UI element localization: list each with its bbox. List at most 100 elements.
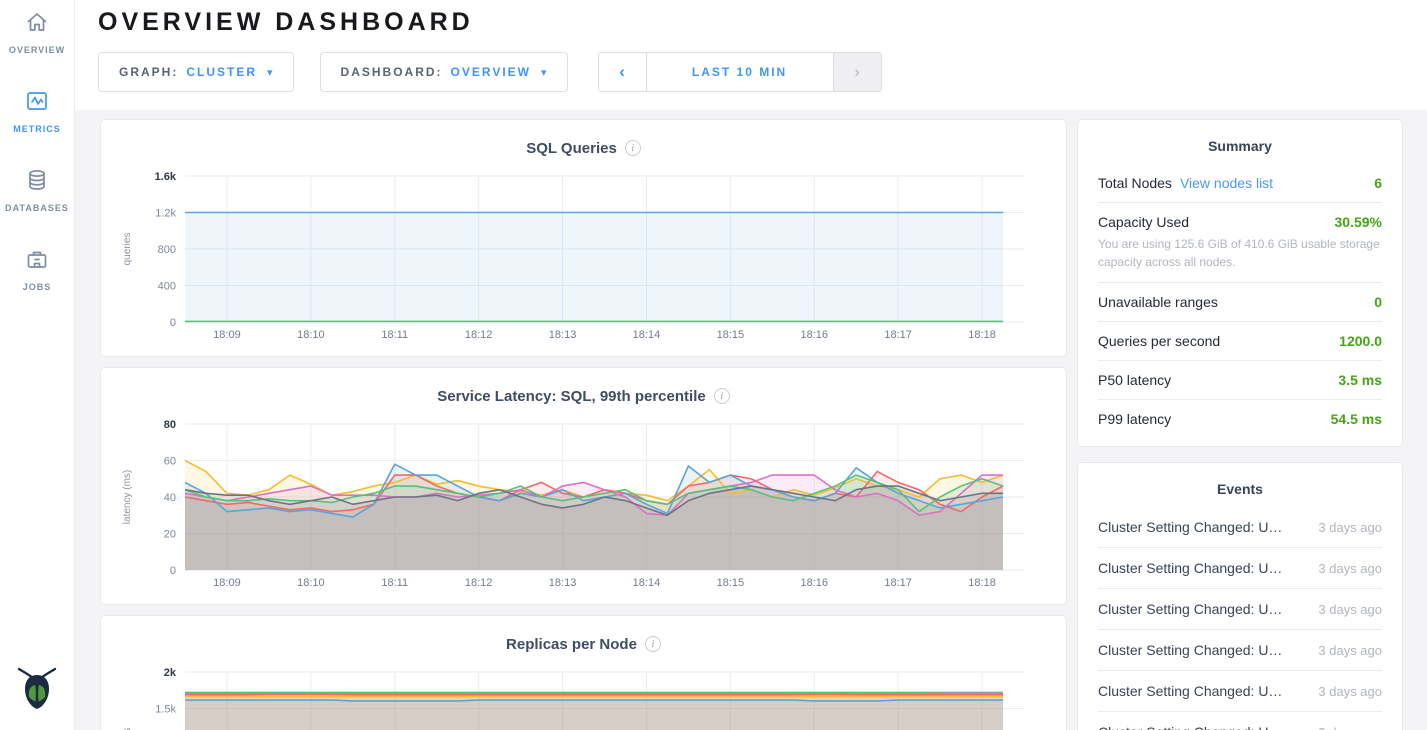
event-row[interactable]: Cluster Setting Changed: U… 3 days ago bbox=[1098, 507, 1382, 548]
event-time: 3 days ago bbox=[1308, 684, 1382, 699]
svg-text:18:13: 18:13 bbox=[549, 577, 577, 589]
summary-row-capacity: Capacity Used 30.59% You are using 125.6… bbox=[1098, 203, 1382, 283]
summary-row-label: Total Nodes bbox=[1098, 175, 1172, 191]
event-text: Cluster Setting Changed: U… bbox=[1098, 601, 1282, 617]
view-nodes-link[interactable]: View nodes list bbox=[1180, 175, 1273, 191]
svg-text:18:16: 18:16 bbox=[800, 329, 828, 341]
sidebar-item-databases[interactable]: DATABASES bbox=[5, 168, 69, 213]
sidebar-item-label: DATABASES bbox=[5, 203, 69, 213]
chart-title-row: Service Latency: SQL, 99th percentile i bbox=[117, 378, 1050, 414]
chevron-right-icon: › bbox=[854, 62, 860, 82]
svg-text:18:17: 18:17 bbox=[884, 577, 912, 589]
sql-queries-chart[interactable]: 04008001.2k1.6k18:0918:1018:1118:1218:13… bbox=[117, 166, 1050, 346]
cockroachdb-logo bbox=[15, 661, 59, 718]
svg-text:2k: 2k bbox=[164, 667, 177, 679]
time-prev-button[interactable]: ‹ bbox=[599, 53, 647, 91]
event-time: 3 days ago bbox=[1308, 561, 1382, 576]
replicas-per-node-chart[interactable]: 00.5k1k1.5k2k18:0918:1018:1118:1218:1318… bbox=[117, 662, 1050, 730]
metrics-icon bbox=[25, 89, 49, 118]
svg-text:18:13: 18:13 bbox=[549, 329, 577, 341]
info-icon[interactable]: i bbox=[625, 140, 641, 156]
svg-text:400: 400 bbox=[158, 281, 176, 293]
dashboard-dropdown-label: DASHBOARD: bbox=[341, 65, 443, 79]
graph-dropdown-value: CLUSTER bbox=[186, 65, 257, 79]
databases-icon bbox=[25, 168, 49, 197]
svg-text:18:14: 18:14 bbox=[633, 329, 661, 341]
capacity-caption: You are using 125.6 GiB of 410.6 GiB usa… bbox=[1098, 235, 1382, 271]
event-time: 3 days ago bbox=[1308, 725, 1382, 730]
service-latency-chart[interactable]: 02040608018:0918:1018:1118:1218:1318:141… bbox=[117, 414, 1050, 594]
sidebar-item-label: OVERVIEW bbox=[9, 45, 65, 55]
summary-row-label: P99 latency bbox=[1098, 411, 1171, 427]
page-title: OVERVIEW DASHBOARD bbox=[98, 8, 1427, 37]
time-range-button[interactable]: LAST 10 MIN bbox=[647, 53, 833, 91]
charts-column: SQL Queries i 04008001.2k1.6k18:0918:101… bbox=[100, 119, 1067, 730]
event-time: 3 days ago bbox=[1308, 643, 1382, 658]
event-row[interactable]: Cluster Setting Changed: U… 3 days ago bbox=[1098, 589, 1382, 630]
chart-title: Service Latency: SQL, 99th percentile bbox=[437, 388, 705, 405]
summary-row-label: Queries per second bbox=[1098, 333, 1220, 349]
sidebar-item-metrics[interactable]: METRICS bbox=[13, 89, 61, 134]
chart-title-row: Replicas per Node i bbox=[117, 626, 1050, 662]
chevron-left-icon: ‹ bbox=[619, 62, 625, 82]
controls-bar: GRAPH: CLUSTER ▾ DASHBOARD: OVERVIEW ▾ ‹… bbox=[98, 52, 1427, 92]
sidebar-item-overview[interactable]: OVERVIEW bbox=[9, 10, 65, 55]
event-text: Cluster Setting Changed: U… bbox=[1098, 560, 1282, 576]
svg-text:18:14: 18:14 bbox=[633, 577, 661, 589]
app-root: OVERVIEW METRICS DATABASES bbox=[0, 0, 1427, 730]
event-row[interactable]: Cluster Setting Changed: U… 3 days ago bbox=[1098, 548, 1382, 589]
events-panel: Events Cluster Setting Changed: U… 3 day… bbox=[1077, 462, 1403, 730]
page-header: OVERVIEW DASHBOARD GRAPH: CLUSTER ▾ DASH… bbox=[75, 0, 1427, 110]
svg-text:18:15: 18:15 bbox=[717, 577, 745, 589]
info-icon[interactable]: i bbox=[645, 636, 661, 652]
summary-row-value: 54.5 ms bbox=[1331, 411, 1382, 427]
summary-row-p99: P99 latency 54.5 ms bbox=[1098, 400, 1382, 438]
chevron-down-icon: ▾ bbox=[267, 66, 273, 79]
sidebar-item-jobs[interactable]: JOBS bbox=[23, 247, 52, 292]
content-area: SQL Queries i 04008001.2k1.6k18:0918:101… bbox=[75, 110, 1427, 730]
dashboard-dropdown[interactable]: DASHBOARD: OVERVIEW ▾ bbox=[320, 52, 568, 92]
svg-text:18:18: 18:18 bbox=[968, 329, 996, 341]
svg-text:18:10: 18:10 bbox=[297, 329, 325, 341]
main-area: OVERVIEW DASHBOARD GRAPH: CLUSTER ▾ DASH… bbox=[75, 0, 1427, 730]
graph-dropdown[interactable]: GRAPH: CLUSTER ▾ bbox=[98, 52, 294, 92]
jobs-icon bbox=[25, 247, 49, 276]
summary-row-label: Capacity Used bbox=[1098, 214, 1189, 230]
svg-text:40: 40 bbox=[164, 492, 176, 504]
chart-title-row: SQL Queries i bbox=[117, 130, 1050, 166]
summary-row-value: 0 bbox=[1374, 294, 1382, 310]
event-row[interactable]: Cluster Setting Changed: U… 3 days ago bbox=[1098, 671, 1382, 712]
event-row[interactable]: Cluster Setting Changed: U… 3 days ago bbox=[1098, 630, 1382, 671]
home-icon bbox=[25, 10, 49, 39]
svg-text:1.5k: 1.5k bbox=[155, 704, 176, 716]
svg-text:1.2k: 1.2k bbox=[155, 208, 176, 220]
summary-panel: Summary Total Nodes View nodes list 6 Ca… bbox=[1077, 119, 1403, 447]
chart-title: Replicas per Node bbox=[506, 636, 637, 653]
svg-text:18:12: 18:12 bbox=[465, 577, 493, 589]
event-text: Cluster Setting Changed: U… bbox=[1098, 724, 1282, 730]
summary-row-label: Unavailable ranges bbox=[1098, 294, 1218, 310]
sidebar-item-label: METRICS bbox=[13, 124, 61, 134]
svg-text:latency (ms): latency (ms) bbox=[122, 470, 133, 524]
replicas-per-node-panel: Replicas per Node i 00.5k1k1.5k2k18:0918… bbox=[100, 615, 1067, 730]
chart-title: SQL Queries bbox=[526, 140, 617, 157]
svg-text:18:15: 18:15 bbox=[717, 329, 745, 341]
summary-title: Summary bbox=[1098, 130, 1382, 164]
summary-row-p50: P50 latency 3.5 ms bbox=[1098, 361, 1382, 400]
events-title: Events bbox=[1098, 473, 1382, 507]
time-next-button[interactable]: › bbox=[833, 53, 881, 91]
summary-row-value: 6 bbox=[1374, 175, 1382, 191]
svg-text:20: 20 bbox=[164, 529, 176, 541]
summary-row-label: P50 latency bbox=[1098, 372, 1171, 388]
event-text: Cluster Setting Changed: U… bbox=[1098, 519, 1282, 535]
event-row[interactable]: Cluster Setting Changed: U… 3 days ago bbox=[1098, 712, 1382, 730]
svg-text:18:17: 18:17 bbox=[884, 329, 912, 341]
svg-text:18:18: 18:18 bbox=[968, 577, 996, 589]
svg-text:0: 0 bbox=[170, 565, 176, 577]
right-column: Summary Total Nodes View nodes list 6 Ca… bbox=[1077, 119, 1403, 730]
info-icon[interactable]: i bbox=[714, 388, 730, 404]
svg-text:18:12: 18:12 bbox=[465, 329, 493, 341]
event-text: Cluster Setting Changed: U… bbox=[1098, 683, 1282, 699]
svg-text:18:11: 18:11 bbox=[381, 329, 408, 341]
svg-text:18:10: 18:10 bbox=[297, 577, 325, 589]
